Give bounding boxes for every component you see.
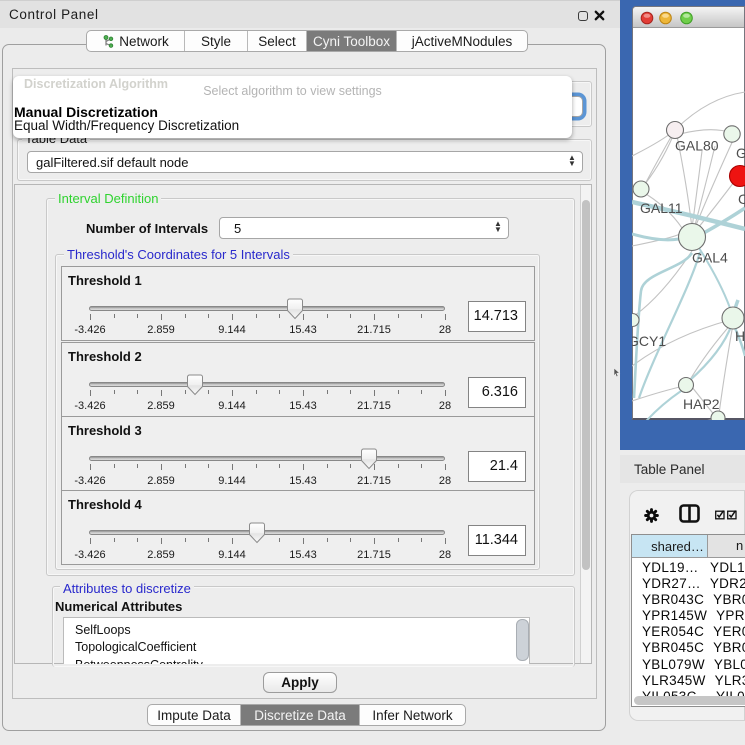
svg-text:HAP2: HAP2: [683, 396, 720, 412]
svg-text:C: C: [738, 191, 745, 207]
svg-text:H: H: [735, 328, 745, 344]
svg-text:GAL4: GAL4: [692, 250, 728, 266]
svg-text:GAL11: GAL11: [640, 200, 683, 216]
svg-text:G.: G.: [736, 145, 745, 161]
svg-text:GAL80: GAL80: [675, 138, 719, 154]
svg-text:GCY1: GCY1: [632, 333, 666, 349]
